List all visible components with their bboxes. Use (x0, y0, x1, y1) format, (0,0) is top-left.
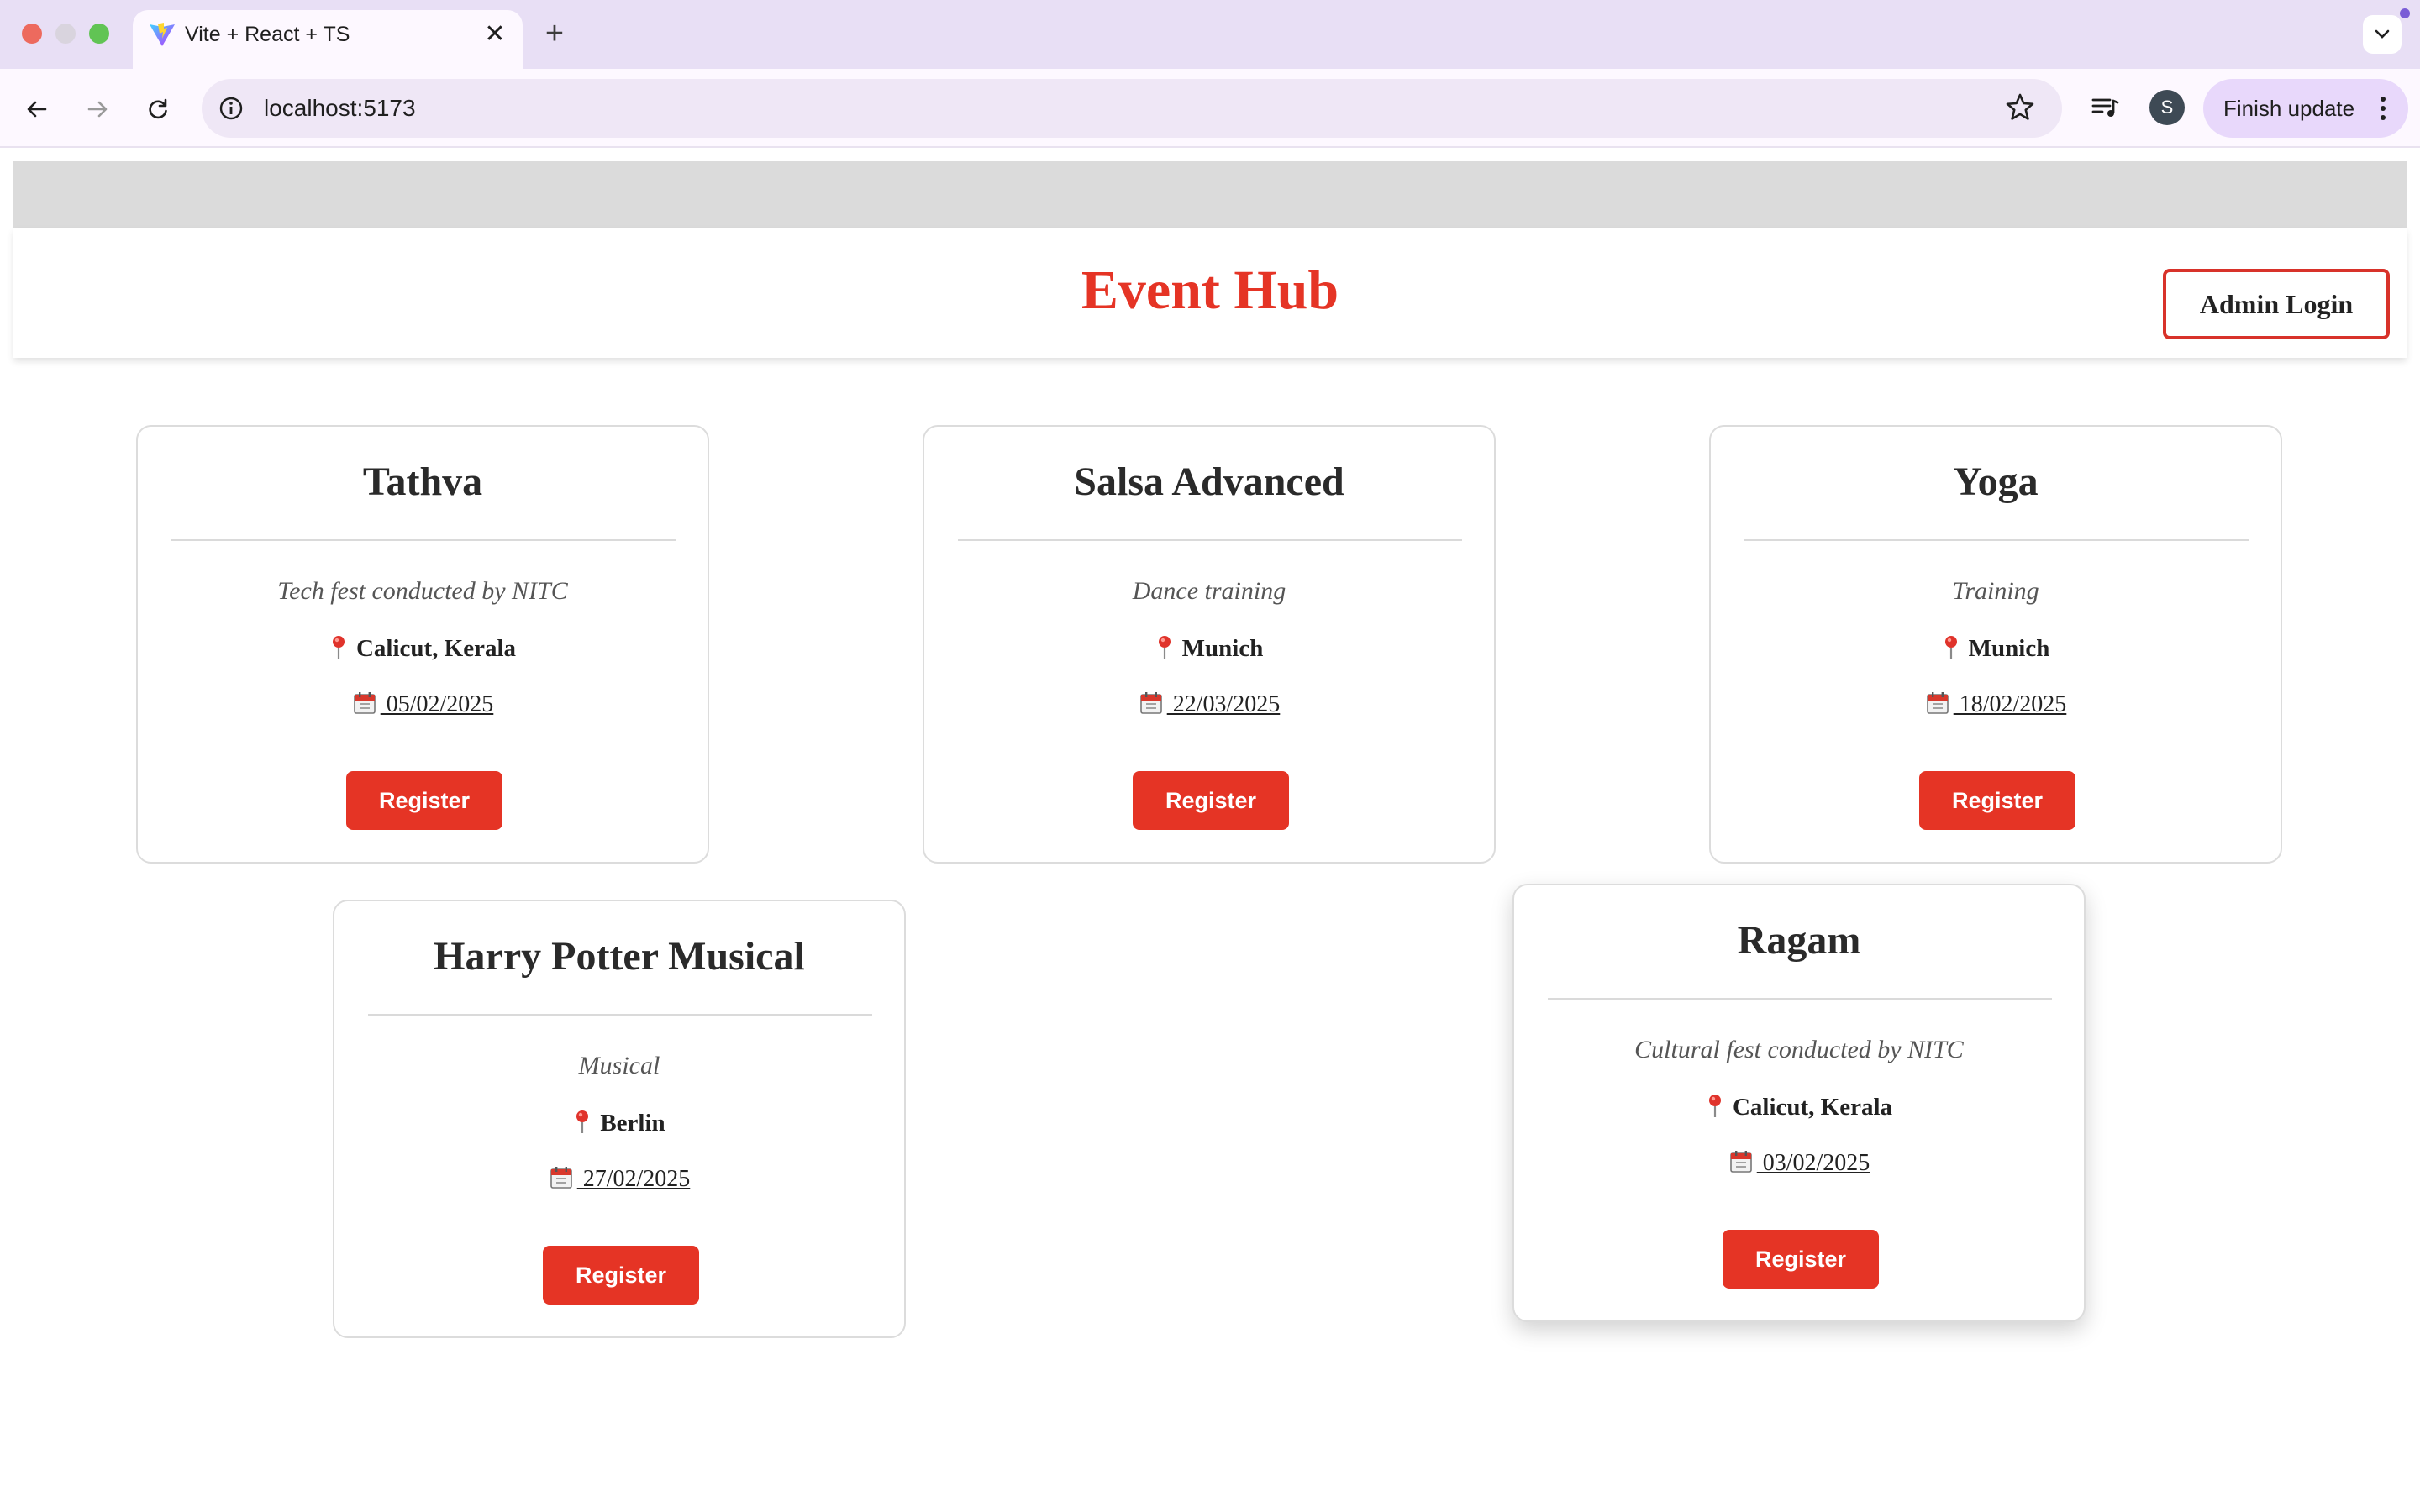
event-location: Berlin (600, 1110, 666, 1137)
event-description: Musical (578, 1052, 660, 1079)
event-card: Harry Potter Musical Musical Berlin 27/0… (333, 900, 906, 1338)
reload-icon (149, 98, 167, 119)
event-location-row: Berlin (334, 1106, 904, 1140)
event-location-row: Calicut, Kerala (1514, 1090, 2084, 1124)
event-title: Ragam (1737, 918, 1861, 963)
calendar-icon (1139, 692, 1162, 714)
event-location-row: Calicut, Kerala (138, 632, 708, 665)
pin-icon (1158, 636, 1171, 659)
pin-icon (1708, 1095, 1721, 1117)
event-date-row: 03/02/2025 (1514, 1147, 2084, 1179)
site-info-icon[interactable] (215, 92, 247, 124)
bookmark-star-icon[interactable] (2003, 91, 2037, 124)
event-date: 22/03/2025 (1166, 691, 1281, 717)
window-minimize-button[interactable] (55, 24, 76, 44)
event-date-row: 27/02/2025 (334, 1163, 904, 1195)
event-date-row: 05/02/2025 (138, 689, 708, 721)
calendar-icon (550, 1167, 572, 1189)
chevron-down-icon (2375, 29, 2390, 39)
more-vertical-icon[interactable] (2375, 92, 2391, 124)
calendar-icon (1926, 692, 1949, 714)
event-title: Salsa Advanced (1074, 459, 1344, 504)
notification-dot (2400, 8, 2410, 18)
event-date: 03/02/2025 (1756, 1150, 1870, 1176)
event-date: 18/02/2025 (1953, 691, 2067, 717)
event-description: Training (1952, 577, 2039, 605)
address-bar[interactable] (202, 79, 2062, 138)
event-location: Calicut, Kerala (1732, 1094, 1893, 1121)
media-queue-icon[interactable] (2089, 91, 2123, 124)
event-description: Cultural fest conducted by NITC (1634, 1036, 1964, 1063)
tab-close-icon[interactable]: ✕ (482, 20, 508, 49)
event-location: Munich (1181, 635, 1264, 662)
event-card: Salsa Advanced Dance training Munich 22/… (923, 425, 1496, 864)
event-title: Tathva (362, 459, 483, 504)
pin-icon (1944, 636, 1957, 659)
divider (958, 539, 1462, 541)
vite-logo-icon (150, 23, 175, 46)
event-date: 05/02/2025 (380, 691, 494, 717)
event-location-row: Munich (924, 632, 1494, 665)
forward-button[interactable] (79, 91, 116, 128)
event-card: Tathva Tech fest conducted by NITC Calic… (136, 425, 709, 864)
event-title: Harry Potter Musical (434, 934, 805, 979)
event-date-row: 18/02/2025 (1711, 689, 2281, 721)
register-button[interactable]: Register (1723, 1230, 1879, 1289)
window-zoom-button[interactable] (89, 24, 109, 44)
event-date-row: 22/03/2025 (924, 689, 1494, 721)
finish-update-label[interactable]: Finish update (2223, 92, 2354, 124)
reload-button[interactable] (139, 91, 176, 128)
tab-search-button[interactable] (2363, 15, 2402, 54)
event-location: Munich (1968, 635, 2050, 662)
arrow-right-icon (87, 101, 108, 118)
register-button[interactable]: Register (1133, 771, 1289, 830)
top-banner (13, 161, 2407, 228)
address-url[interactable]: localhost:5173 (264, 92, 416, 124)
register-button[interactable]: Register (543, 1246, 699, 1305)
profile-avatar[interactable]: S (2149, 90, 2185, 125)
page-title: Event Hub (1081, 260, 1339, 321)
divider (1548, 998, 2052, 1000)
back-button[interactable] (18, 91, 55, 128)
event-title: Yoga (1953, 459, 2039, 504)
pin-icon (332, 636, 345, 659)
admin-login-button[interactable]: Admin Login (2163, 269, 2390, 339)
divider (368, 1014, 872, 1016)
event-location-row: Munich (1711, 632, 2281, 665)
window-close-button[interactable] (22, 24, 42, 44)
event-description: Dance training (1132, 577, 1286, 605)
event-date: 27/02/2025 (576, 1166, 691, 1192)
app-header: Event Hub Admin Login (13, 228, 2407, 358)
event-card: Ragam Cultural fest conducted by NITC Ca… (1512, 884, 2086, 1322)
arrow-left-icon (27, 101, 47, 118)
register-button[interactable]: Register (346, 771, 502, 830)
calendar-icon (353, 692, 376, 714)
tab-title: Vite + React + TS (185, 23, 350, 46)
pin-icon (576, 1110, 589, 1133)
register-button[interactable]: Register (1919, 771, 2075, 830)
divider (171, 539, 676, 541)
event-description: Tech fest conducted by NITC (277, 577, 568, 605)
divider (1744, 539, 2249, 541)
event-location: Calicut, Kerala (355, 635, 517, 662)
calendar-icon (1729, 1151, 1752, 1173)
new-tab-button[interactable]: + (541, 17, 568, 50)
event-card: Yoga Training Munich 18/02/2025 Register (1709, 425, 2282, 864)
